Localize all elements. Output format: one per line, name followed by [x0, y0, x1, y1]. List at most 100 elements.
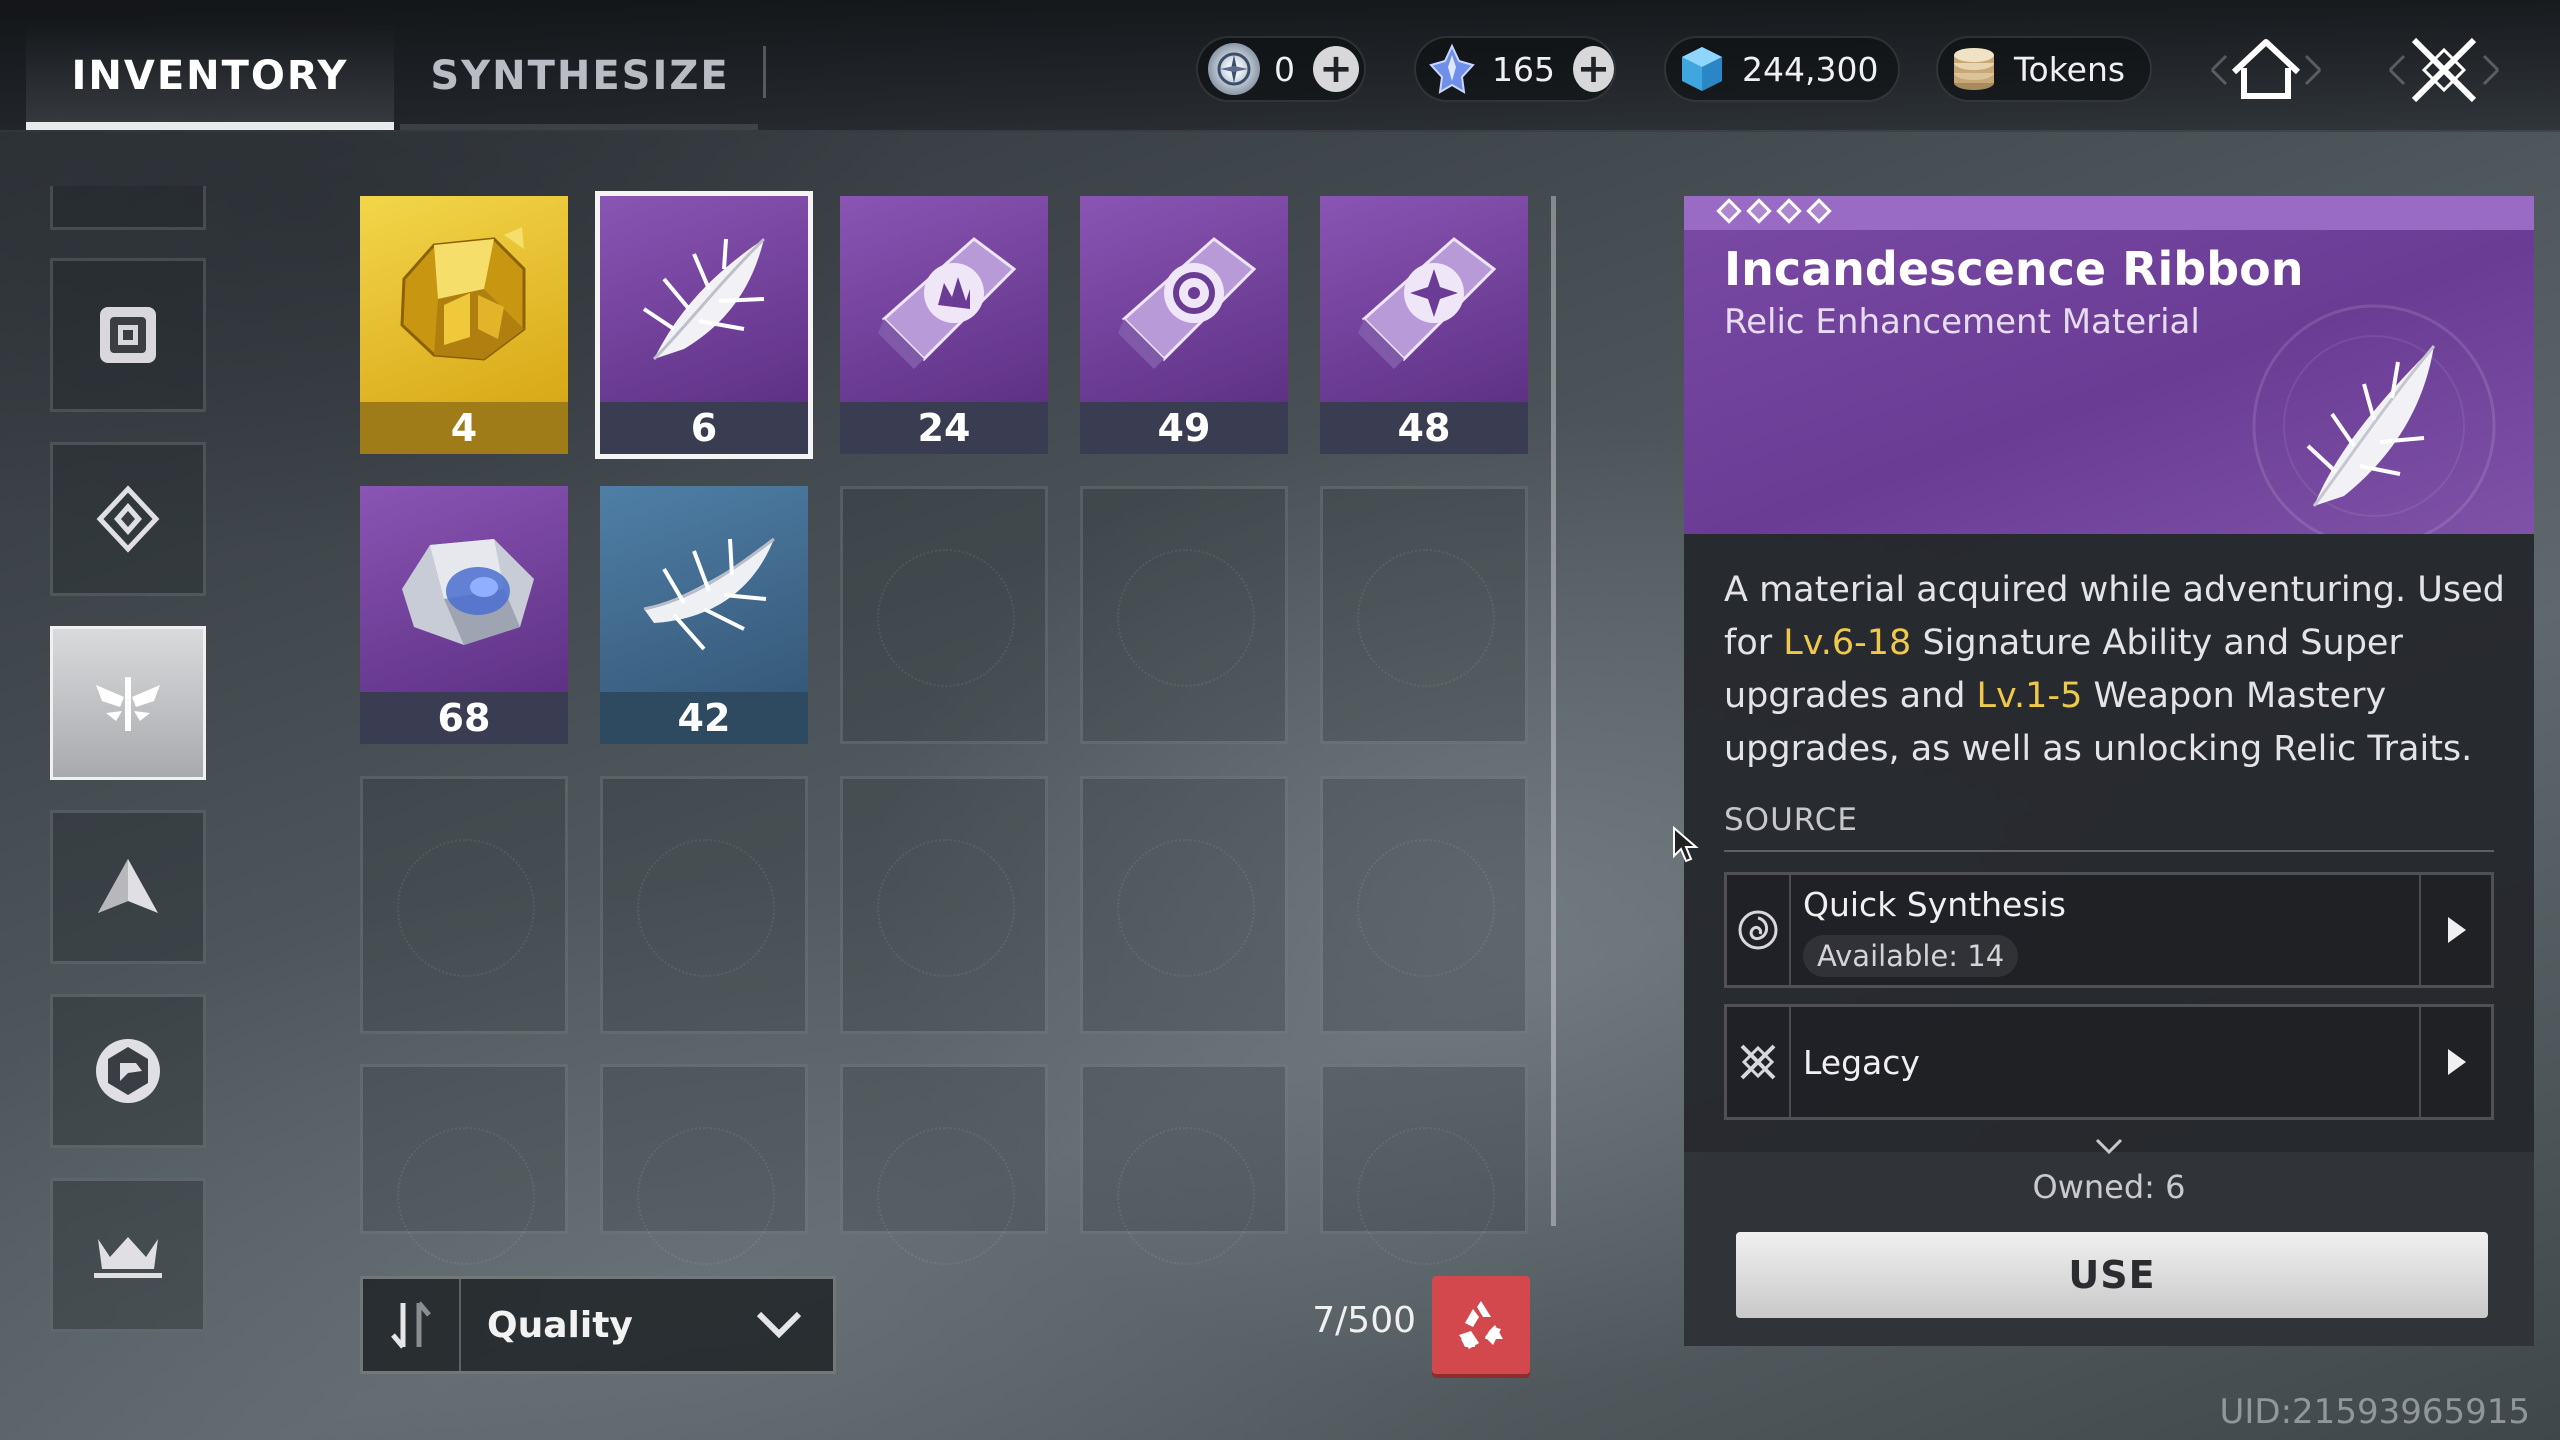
- item-count: 6: [600, 402, 808, 454]
- triangle-icon: [98, 859, 158, 913]
- sort-order-toggle[interactable]: [363, 1279, 461, 1371]
- close-icon: [2388, 37, 2500, 103]
- inventory-slot-empty: [1080, 486, 1288, 744]
- use-button[interactable]: USE: [1736, 1232, 2488, 1318]
- sidebar-item-chips[interactable]: [50, 258, 206, 412]
- currency-crystal-value: 165: [1492, 49, 1555, 89]
- currency-cube-value: 244,300: [1742, 49, 1879, 89]
- item-feather-art: [2252, 304, 2496, 534]
- item-count: 49: [1080, 402, 1288, 454]
- star-diamond-icon: [1776, 198, 1802, 224]
- white-feather-art: [600, 196, 808, 402]
- item-detail-panel: Incandescence Ribbon Relic Enhancement M…: [1684, 196, 2534, 1346]
- sidebar-item-triangle[interactable]: [50, 810, 206, 964]
- inventory-slot-empty: [840, 776, 1048, 1034]
- desc-highlight-level: Lv.1-5: [1976, 676, 2083, 716]
- gold-ore-art: [360, 196, 568, 402]
- inventory-slot-empty: [600, 1064, 808, 1265]
- crest-crystal-fire-art: [840, 196, 1048, 402]
- owned-count: Owned: 6: [2032, 1168, 2186, 1206]
- tab-synthesize-label: SYNTHESIZE: [430, 53, 730, 99]
- chevron-down-icon[interactable]: [2094, 1136, 2124, 1160]
- inventory-item-gold-ore[interactable]: 4: [360, 196, 568, 454]
- play-arrow-icon: [2419, 1007, 2491, 1117]
- inventory-item-crest-star[interactable]: 48: [1320, 196, 1528, 454]
- sidebar-item-relic-materials[interactable]: [50, 626, 206, 780]
- inventory-item-crest-fire[interactable]: 24: [840, 196, 1048, 454]
- mouse-cursor-icon: [1673, 826, 1699, 863]
- source-divider: [1724, 850, 2494, 852]
- sort-label: Quality: [487, 1304, 633, 1346]
- crest-crystal-star-art: [1320, 196, 1528, 402]
- inventory-item-void-stone[interactable]: 68: [360, 486, 568, 744]
- source-name: Legacy: [1803, 1043, 1920, 1082]
- item-count: 42: [600, 692, 808, 744]
- currency-cube: 244,300: [1664, 36, 1900, 102]
- currency-tokens-label: Tokens: [2014, 49, 2126, 89]
- chip-icon: [100, 307, 156, 363]
- tab-inventory[interactable]: INVENTORY: [26, 22, 394, 130]
- add-compass-button[interactable]: +: [1313, 46, 1359, 92]
- source-legacy[interactable]: Legacy: [1724, 1004, 2494, 1120]
- item-count: 68: [360, 692, 568, 744]
- star-diamond-icon: [1806, 198, 1832, 224]
- item-count: 4: [360, 402, 568, 454]
- currency-compass: 0 +: [1196, 36, 1366, 102]
- home-icon: [2210, 39, 2322, 99]
- inventory-item-white-feather[interactable]: 42: [600, 486, 808, 744]
- token-stack-icon: [1948, 43, 2000, 95]
- tab-synthesize[interactable]: SYNTHESIZE: [400, 22, 766, 130]
- inventory-slot-empty: [1320, 486, 1528, 744]
- sort-dropdown[interactable]: Quality: [360, 1276, 836, 1374]
- currency-compass-value: 0: [1274, 49, 1295, 89]
- sidebar-item-emblems[interactable]: [50, 442, 206, 596]
- sidebar-item-crowns[interactable]: [50, 1178, 206, 1332]
- inventory-slot-empty: [360, 776, 568, 1034]
- inventory-item-incandescence-ribbon[interactable]: 6: [595, 191, 813, 459]
- sidebar-item-shards[interactable]: [50, 994, 206, 1148]
- inventory-slot-empty: [840, 1064, 1048, 1265]
- recycle-icon: [1459, 1301, 1503, 1349]
- blue-cube-icon: [1676, 43, 1728, 95]
- inventory-scrollbar[interactable]: [1551, 196, 1556, 1226]
- source-availability: Available: 14: [1803, 935, 2019, 977]
- inventory-item-crest-target[interactable]: 49: [1080, 196, 1288, 454]
- void-stone-art: [360, 486, 568, 692]
- inventory-slot-empty: [1320, 776, 1528, 1034]
- chevron-down-icon: [755, 1308, 803, 1342]
- crest-crystal-target-art: [1080, 196, 1288, 402]
- synthesis-swirl-icon: [1727, 875, 1791, 985]
- recycle-button[interactable]: [1432, 1276, 1530, 1374]
- star-diamond-icon: [1716, 198, 1742, 224]
- detail-header: Incandescence Ribbon Relic Enhancement M…: [1684, 196, 2534, 534]
- tab-inventory-label: INVENTORY: [71, 53, 349, 99]
- blue-crystal-icon: [1426, 43, 1478, 95]
- top-bar-divider: [0, 130, 2560, 132]
- close-button[interactable]: [2384, 30, 2504, 110]
- tab-underline: [400, 124, 758, 130]
- item-count: 24: [840, 402, 1048, 454]
- add-crystal-button[interactable]: +: [1573, 46, 1614, 92]
- item-count: 48: [1320, 402, 1528, 454]
- desc-highlight-level: Lv.6-18: [1783, 623, 1912, 663]
- legacy-crossed-icon: [1727, 1007, 1791, 1117]
- inventory-slot-empty: [360, 1064, 568, 1265]
- inventory-capacity: 7/500: [1312, 1300, 1416, 1341]
- star-diamond-icon: [1746, 198, 1772, 224]
- home-button[interactable]: [2206, 30, 2326, 110]
- currency-crystal: 165 +: [1414, 36, 1616, 102]
- play-arrow-icon: [2419, 875, 2491, 985]
- item-title: Incandescence Ribbon: [1724, 242, 2304, 296]
- compass-coin-icon: [1208, 43, 1260, 95]
- sort-order-icon: [391, 1301, 431, 1349]
- winged-relic-icon: [96, 677, 160, 731]
- rarity-stars: [1716, 198, 1832, 224]
- source-label: SOURCE: [1724, 802, 1858, 838]
- source-name: Quick Synthesis: [1803, 885, 2066, 924]
- currency-tokens[interactable]: Tokens: [1936, 36, 2152, 102]
- crown-icon: [94, 1237, 162, 1278]
- white-feather-art: [600, 486, 808, 692]
- inventory-slot-empty: [1080, 1064, 1288, 1265]
- sidebar-item-partial[interactable]: [50, 186, 206, 230]
- source-quick-synthesis[interactable]: Quick Synthesis Available: 14: [1724, 872, 2494, 988]
